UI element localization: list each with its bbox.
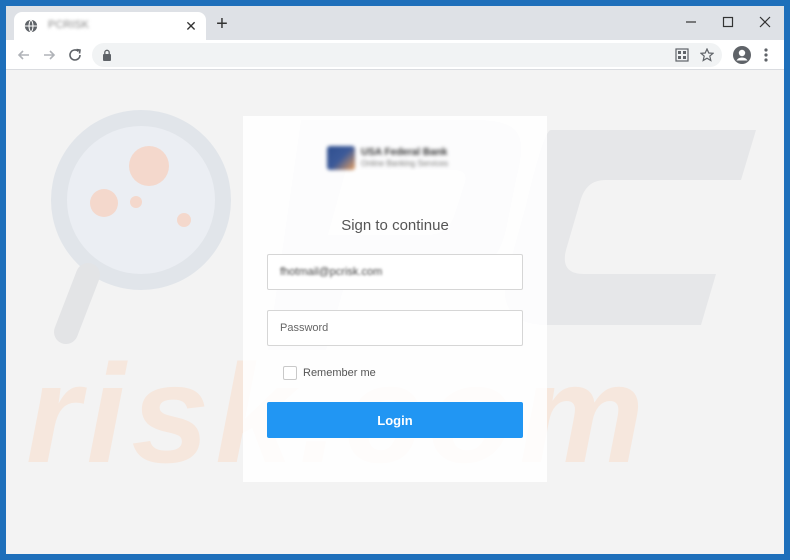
lock-icon[interactable] [102, 49, 112, 61]
password-placeholder: Password [280, 322, 329, 334]
remember-me-checkbox[interactable] [283, 366, 297, 380]
email-field[interactable]: fhotmail@pcrisk.com [267, 254, 523, 290]
qr-code-icon[interactable] [675, 48, 689, 62]
login-card: USA Federal Bank Online Banking Services… [243, 116, 547, 482]
address-bar[interactable] [92, 43, 722, 67]
menu-kebab-icon[interactable] [760, 46, 772, 64]
close-window-icon[interactable] [747, 10, 783, 34]
remember-me-label: Remember me [303, 367, 376, 379]
back-arrow-icon[interactable] [16, 47, 32, 63]
reload-icon[interactable] [67, 47, 83, 63]
maximize-icon[interactable] [710, 10, 746, 34]
email-field-value: fhotmail@pcrisk.com [280, 266, 383, 278]
tab-title: PCRISK [48, 19, 89, 31]
tab-close-icon[interactable]: ✕ [182, 17, 200, 35]
password-field[interactable]: Password [267, 310, 523, 346]
bookmark-star-icon[interactable] [700, 48, 714, 62]
tab-strip: PCRISK ✕ + [6, 6, 784, 40]
minimize-icon[interactable] [673, 10, 709, 34]
form-heading: Sign to continue [341, 217, 449, 234]
browser-tab[interactable]: PCRISK ✕ [14, 12, 206, 40]
profile-avatar-icon[interactable] [732, 45, 752, 65]
browser-toolbar [6, 40, 784, 70]
bank-logo-mark [327, 146, 355, 170]
new-tab-button[interactable]: + [212, 14, 232, 35]
globe-icon [24, 19, 38, 33]
bank-logo-name: USA Federal Bank [361, 147, 448, 158]
login-button[interactable]: Login [267, 402, 523, 438]
bank-logo-tagline: Online Banking Services [361, 159, 449, 168]
browser-window: PCRISK ✕ + USA Federal Bank Online Banki… [6, 6, 784, 554]
forward-arrow-icon[interactable] [41, 47, 57, 63]
bank-logo: USA Federal Bank Online Banking Services [327, 144, 463, 172]
page-content: risk.com USA Federal Bank Online Banking… [6, 70, 784, 554]
